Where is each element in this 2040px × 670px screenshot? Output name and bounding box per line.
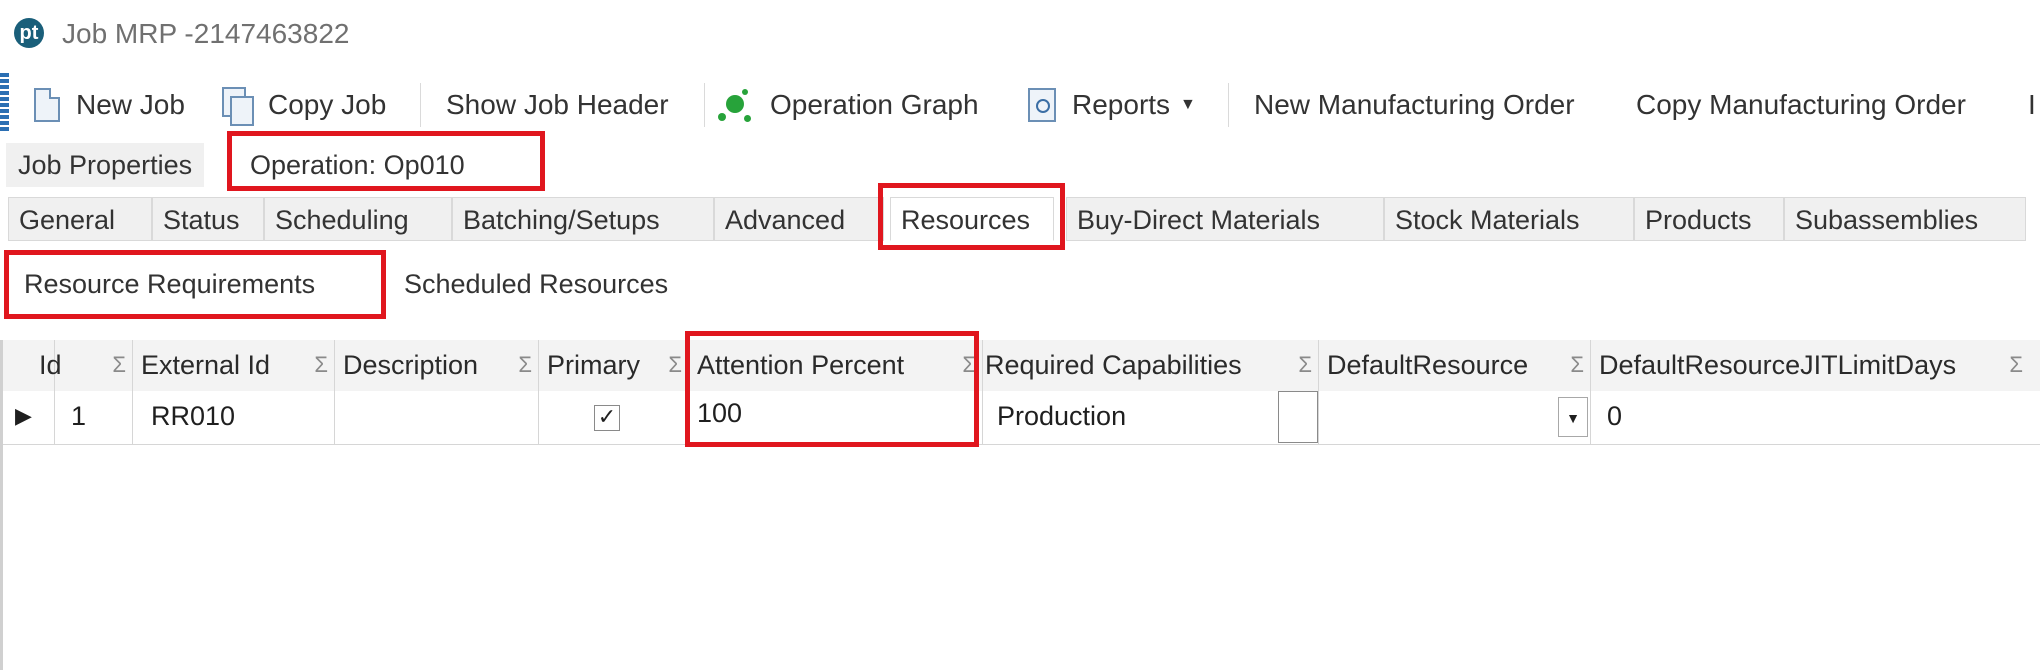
table-row[interactable]: ▶ 1 RR010 ✓ 100 Production ▼ 0 [3,391,2040,445]
sigma-icon[interactable]: Σ [668,340,682,390]
toolbar-separator [1228,83,1229,127]
column-header-required-capabilities[interactable]: Required Capabilities Σ [983,340,1319,391]
show-job-header-button[interactable]: Show Job Header [446,79,669,131]
toolbar-overflow-label: I [2028,89,2036,120]
new-document-icon [34,88,60,122]
copy-manufacturing-order-label: Copy Manufacturing Order [1636,89,1966,120]
reports-icon [1028,88,1056,122]
operation-graph-button[interactable]: Operation Graph [716,79,979,131]
column-header-label: DefaultResourceJITLimitDays [1599,350,1957,380]
cell-default-resource-jit-limit-days[interactable]: 0 [1591,391,2040,444]
copy-manufacturing-order-button[interactable]: Copy Manufacturing Order [1636,79,1966,131]
resource-requirements-grid: Id Σ External Id Σ Description Σ Primary Σ A… [0,340,2040,670]
copy-job-button[interactable]: Copy Job [222,79,386,131]
column-header-label: Id [39,350,62,380]
column-header-description[interactable]: Description Σ [335,340,539,391]
job-properties-tab[interactable]: Job Properties [6,143,205,187]
copy-icon [222,87,254,126]
sigma-icon[interactable]: Σ [1298,340,1312,390]
reports-label: Reports [1072,89,1171,120]
column-header-label: Primary [547,350,640,380]
chevron-down-icon[interactable]: ▼ [1558,397,1588,437]
sigma-icon[interactable]: Σ [314,340,328,390]
column-header-external-id[interactable]: External Id Σ [133,340,335,391]
column-header-default-resource[interactable]: DefaultResource Σ [1319,340,1591,391]
tab-batching-setups[interactable]: Batching/Setups [452,197,714,241]
tab-subassemblies[interactable]: Subassemblies [1784,197,2026,241]
tab-stock-materials[interactable]: Stock Materials [1384,197,1634,241]
copy-job-label: Copy Job [268,89,387,120]
column-header-primary[interactable]: Primary Σ [539,340,689,391]
cell-default-resource[interactable]: ▼ [1319,391,1591,444]
show-job-header-label: Show Job Header [446,89,669,120]
highlight-resource-requirements [4,250,386,319]
cell-id[interactable]: 1 [55,391,133,444]
app-logo-icon: pt [14,18,44,48]
column-header-id[interactable]: Id Σ [3,340,133,391]
sigma-icon[interactable]: Σ [2009,340,2023,390]
toolbar-separator [420,83,421,127]
column-header-label: Required Capabilities [985,350,1242,380]
sigma-icon[interactable]: Σ [518,340,532,390]
cell-external-id[interactable]: RR010 [133,391,335,444]
row-indicator-icon: ▶ [3,391,55,444]
tab-status[interactable]: Status [152,197,264,241]
chevron-down-icon: ▼ [1180,96,1196,113]
highlight-operation [227,131,545,191]
highlight-attention-percent [685,331,979,447]
toolbar: New Job Copy Job Show Job Header Operati… [0,73,2040,137]
sub-tab-scheduled-resources[interactable]: Scheduled Resources [404,262,668,306]
column-header-label: External Id [141,350,271,380]
toolbar-separator [704,83,705,127]
toolbar-grip[interactable] [0,73,9,133]
title-bar: pt Job MRP -2147463822 [0,0,2040,66]
window-title: Job MRP -2147463822 [62,18,350,49]
cell-primary[interactable]: ✓ [539,391,689,444]
primary-checkbox[interactable]: ✓ [594,405,620,431]
operation-graph-icon [716,87,752,123]
required-capabilities-value: Production [997,401,1127,431]
new-manufacturing-order-label: New Manufacturing Order [1254,89,1575,120]
grid-header-row: Id Σ External Id Σ Description Σ Primary Σ A… [3,340,2040,392]
cell-description[interactable] [335,391,539,444]
sigma-icon[interactable]: Σ [1570,340,1584,390]
tab-buy-direct-materials[interactable]: Buy-Direct Materials [1066,197,1384,241]
column-header-label: DefaultResource [1327,350,1529,380]
sigma-icon[interactable]: Σ [112,340,126,390]
tab-advanced[interactable]: Advanced [714,197,884,241]
column-header-default-resource-jit-limit-days[interactable]: DefaultResourceJITLimitDays Σ [1591,340,2040,391]
highlight-resources-tab [878,183,1065,250]
cell-required-capabilities[interactable]: Production [983,391,1319,444]
new-manufacturing-order-button[interactable]: New Manufacturing Order [1254,79,1575,131]
operation-graph-label: Operation Graph [770,89,979,120]
reports-dropdown-button[interactable]: Reports ▼ [1028,79,1196,131]
tab-scheduling[interactable]: Scheduling [264,197,452,241]
toolbar-overflow-button[interactable]: I [2028,79,2036,131]
required-capabilities-editor-button[interactable] [1278,391,1318,443]
new-job-label: New Job [76,89,185,120]
column-header-label: Description [343,350,479,380]
tab-general[interactable]: General [8,197,152,241]
tab-products[interactable]: Products [1634,197,1784,241]
new-job-button[interactable]: New Job [34,79,185,131]
